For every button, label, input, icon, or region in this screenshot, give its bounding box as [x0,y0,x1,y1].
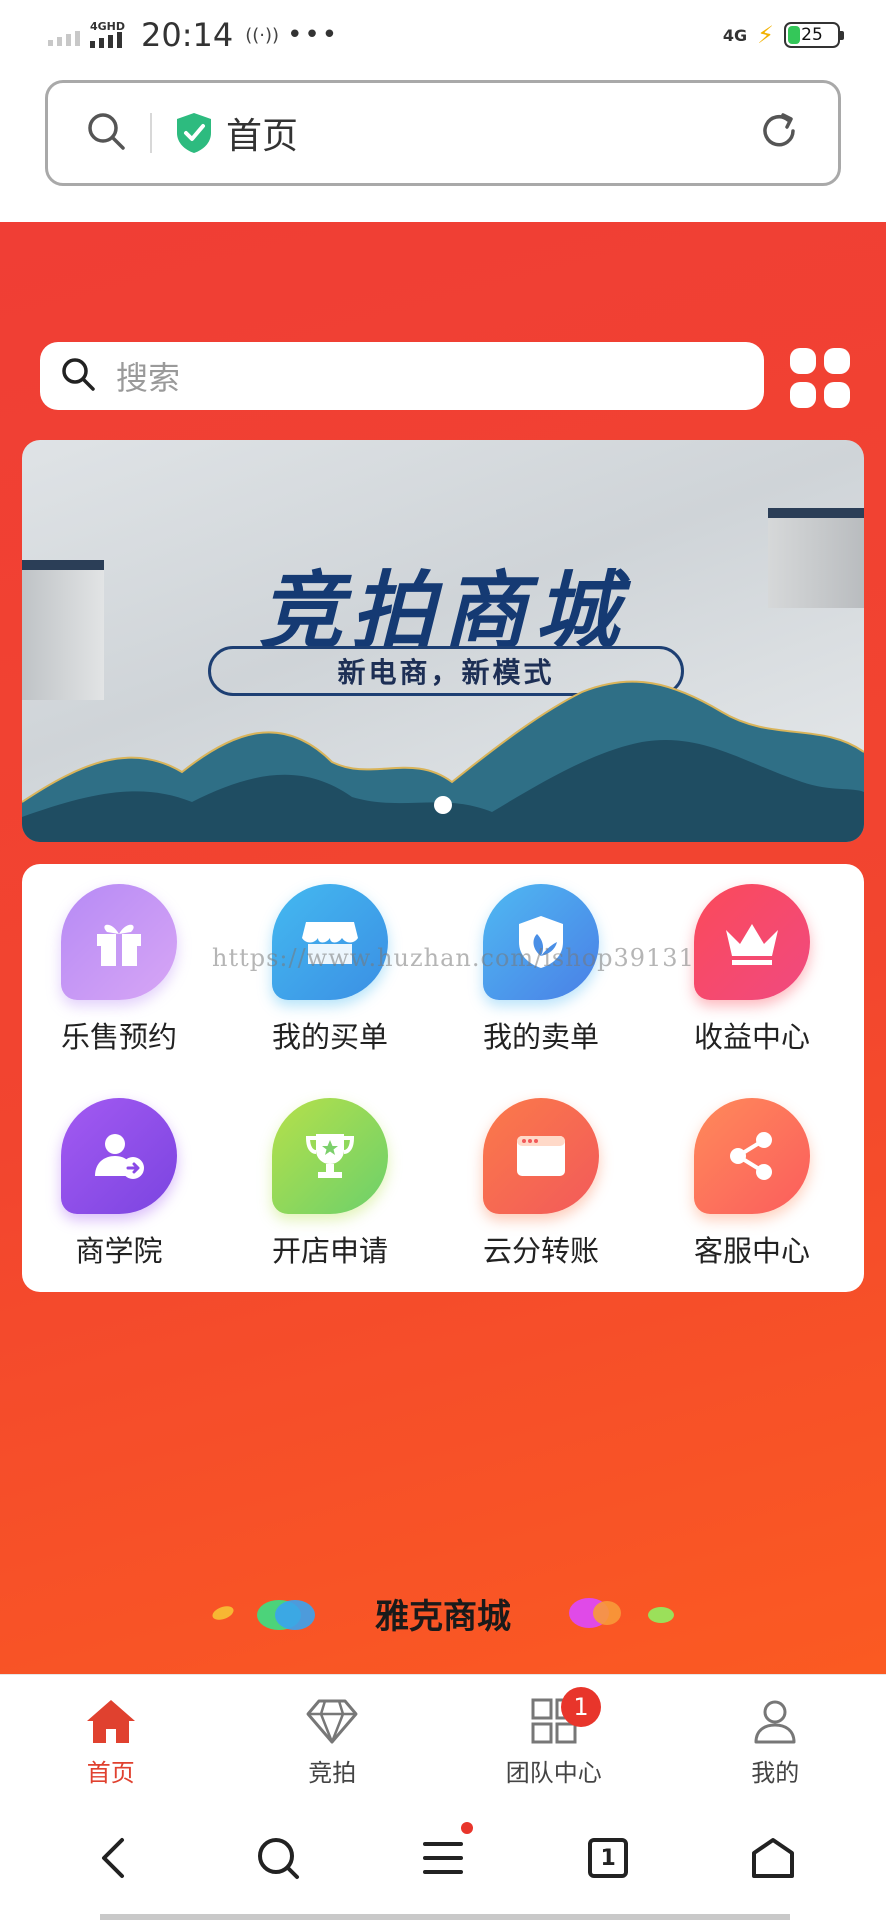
menu-card: 乐售预约 我的买单 我的卖单 收益中心商学院 开店申请 云分转账 客服中心 [22,864,864,1292]
tab-label: 首页 [86,1759,135,1787]
browser-address-bar[interactable]: 首页 [45,80,841,186]
user-icon [754,1700,796,1744]
menu-icon [422,1842,463,1874]
signal-strong-icon [90,32,122,48]
search-input[interactable]: 搜索 [40,342,764,410]
status-time: 20:14 [141,16,234,54]
battery-icon: 25 [784,22,844,48]
decor-blobs-left-icon [212,1600,315,1630]
trophy-icon [272,1098,388,1214]
charging-icon: ⚡ [757,21,774,49]
menu-item-label: 收益中心 [693,1020,810,1054]
search-placeholder: 搜索 [116,359,181,397]
crown-icon [694,884,810,1000]
brand-name: 雅克商城 [375,1596,511,1637]
page-content: 搜索 竞拍商城 新电商，新模式 乐售预约 我的买单 我的卖单 收益中心商学院 开店申请 云… [0,222,886,1674]
tab-team-center[interactable]: 1 团队中心 [443,1675,665,1796]
search-button[interactable] [238,1818,318,1898]
shield-check-icon [174,111,214,155]
menu-item-label: 开店申请 [271,1234,388,1268]
browser-nav-bar: 1 [0,1796,886,1920]
search-icon[interactable] [86,111,126,155]
tab-home[interactable]: 首页 [0,1675,222,1796]
banner-page-dot[interactable] [434,796,452,814]
menu-item-label: 我的买单 [271,1020,388,1054]
menu-item-label: 商学院 [75,1234,163,1268]
home-icon [752,1838,795,1878]
menu-item-label: 客服中心 [693,1234,810,1268]
browser-window-icon [483,1098,599,1214]
signal-weak-icon [48,24,80,46]
menu-item-customer-service[interactable]: 客服中心 [667,1098,837,1270]
gift-icon [61,884,177,1000]
brand-footer: 雅克商城 [0,1578,886,1648]
menu-item-label: 我的卖单 [482,1020,599,1054]
status-bar: 4GHD 20:14 ((·)) ••• 4G ⚡ 25 [0,0,886,70]
page-title: 首页 [226,116,299,157]
share-icon [694,1098,810,1214]
home-icon [86,1700,135,1743]
reload-icon[interactable] [758,110,800,156]
battery-percent: 25 [801,25,823,45]
menu-item-business-school[interactable]: 商学院 [34,1098,204,1270]
menu-item-points-transfer[interactable]: 云分转账 [456,1098,626,1270]
tab-auction[interactable]: 竞拍 [222,1675,444,1796]
gesture-indicator [100,1914,790,1920]
menu-item-label: 云分转账 [482,1234,599,1268]
menu-button[interactable] [403,1818,483,1898]
diamond-icon [306,1699,358,1744]
tab-label: 团队中心 [505,1759,602,1787]
search-icon [60,356,96,396]
watermark-text: https://www.huzhan.com/ishop39131 [212,944,695,972]
tabs-icon: 1 [588,1838,629,1878]
more-notifications-icon: ••• [287,20,340,50]
update-dot-icon [460,1822,473,1834]
tab-label: 竞拍 [308,1759,357,1787]
notification-badge: 1 [561,1687,601,1727]
back-button[interactable] [73,1818,153,1898]
menu-item-label: 乐售预约 [60,1020,177,1054]
menu-item-store-application[interactable]: 开店申请 [245,1098,415,1270]
user-arrow-icon [61,1098,177,1214]
tab-label: 我的 [751,1759,800,1787]
menu-item-presale-booking[interactable]: 乐售预约 [34,884,204,1056]
decor-blobs-right-icon [569,1598,674,1628]
category-grid-button[interactable] [790,348,850,408]
tab-mine[interactable]: 我的 [665,1675,886,1796]
bottom-tab-bar: 首页 竞拍 1 团队中心 我的 [0,1674,886,1796]
hotspot-icon: ((·)) [245,24,280,46]
search-icon [257,1838,299,1879]
network-type: 4GHD [90,20,126,33]
store-icon [272,884,388,1000]
divider [150,113,152,153]
network-type-right: 4G [722,25,748,45]
home-button[interactable] [733,1818,813,1898]
back-icon [101,1838,124,1878]
shield-leaf-icon [483,884,599,1000]
promo-banner[interactable]: 竞拍商城 新电商，新模式 [22,440,864,842]
tabs-button[interactable]: 1 [568,1818,648,1898]
